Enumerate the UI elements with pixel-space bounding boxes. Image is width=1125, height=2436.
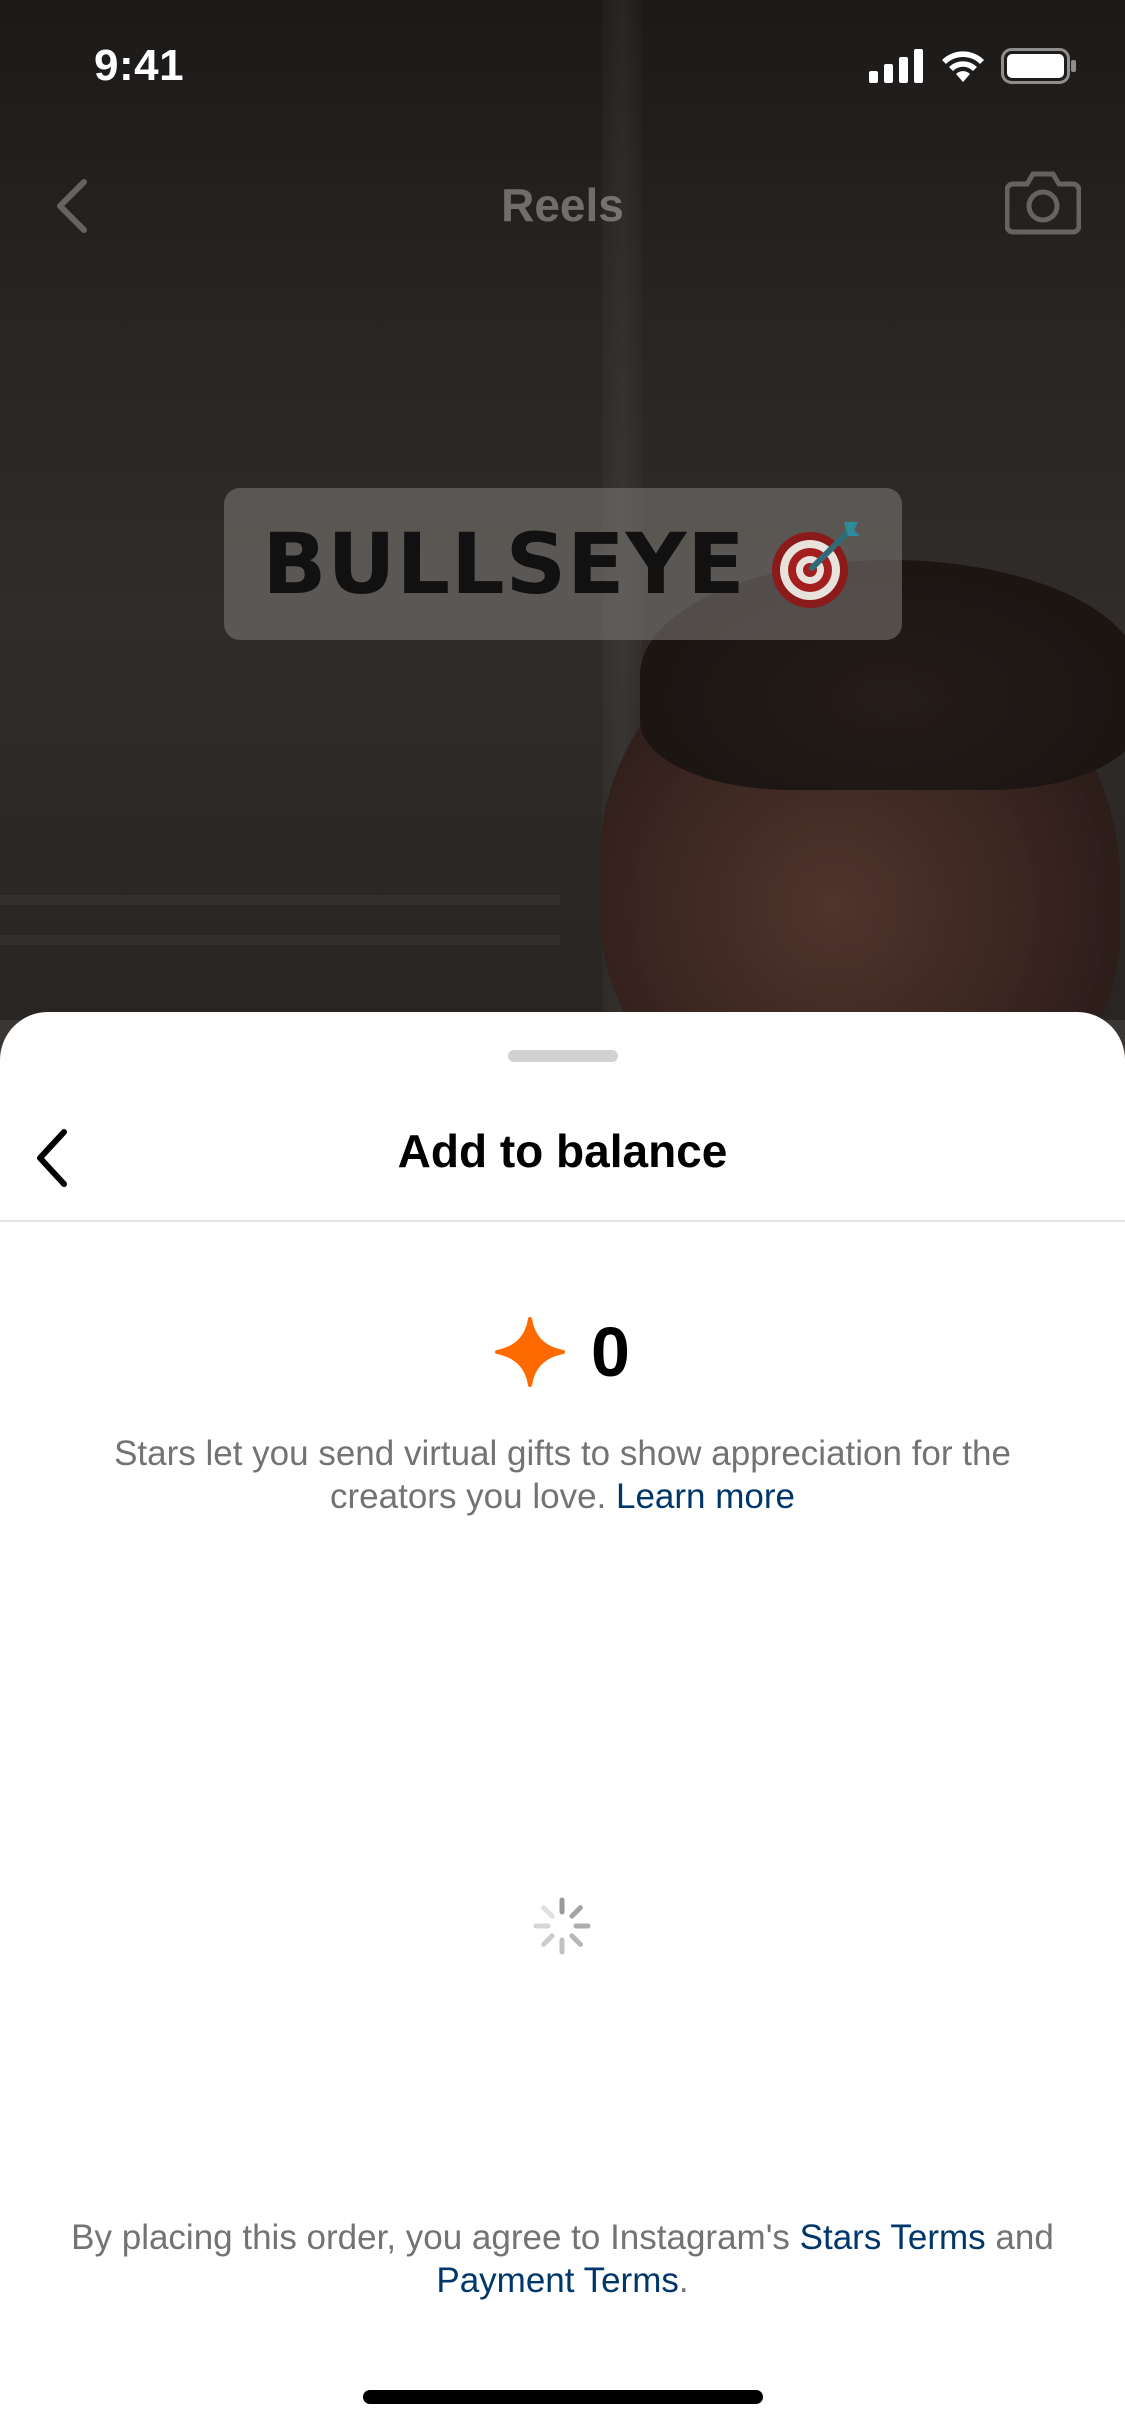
stars-info-text: Stars let you send virtual gifts to show… bbox=[100, 1432, 1025, 1518]
back-icon bbox=[57, 179, 87, 233]
status-icons bbox=[869, 48, 1077, 84]
terms-prefix: By placing this order, you agree to Inst… bbox=[71, 2218, 790, 2257]
status-time: 9:41 bbox=[94, 41, 185, 90]
sheet-header: Add to balance bbox=[0, 1082, 1125, 1222]
sticker-text: BULLSEYE bbox=[262, 515, 746, 613]
payment-terms-link[interactable]: Payment Terms bbox=[436, 2261, 679, 2300]
sheet-title: Add to balance bbox=[397, 1125, 728, 1177]
bullseye-sticker: BULLSEYE bbox=[224, 488, 902, 640]
order-terms-text: By placing this order, you agree to Inst… bbox=[40, 2216, 1085, 2302]
home-indicator[interactable] bbox=[363, 2390, 763, 2404]
camera-icon bbox=[1005, 171, 1081, 235]
back-button[interactable] bbox=[24, 1122, 84, 1194]
cellular-signal-icon bbox=[869, 49, 923, 83]
reels-header: Reels bbox=[0, 150, 1125, 260]
sheet-grabber[interactable] bbox=[508, 1050, 618, 1062]
star-icon bbox=[495, 1317, 566, 1387]
stars-terms-link[interactable]: Stars Terms bbox=[800, 2218, 986, 2257]
stars-balance: 0 bbox=[591, 1313, 630, 1391]
status-bar: 9:41 bbox=[0, 0, 1125, 132]
battery-icon bbox=[1001, 48, 1076, 84]
loading-spinner-icon bbox=[533, 1897, 591, 1955]
terms-suffix: . bbox=[678, 2261, 689, 2300]
add-to-balance-sheet: Add to balance 0 Stars let you send virt… bbox=[0, 1012, 1125, 2436]
reels-title: Reels bbox=[501, 179, 624, 231]
dart-target-icon bbox=[771, 522, 860, 608]
balance-row: 0 bbox=[0, 1302, 1125, 1402]
stars-info-body: Stars let you send virtual gifts to show… bbox=[114, 1434, 1011, 1516]
terms-and: and bbox=[995, 2218, 1054, 2257]
learn-more-link[interactable]: Learn more bbox=[616, 1477, 795, 1516]
wifi-icon bbox=[942, 51, 984, 82]
